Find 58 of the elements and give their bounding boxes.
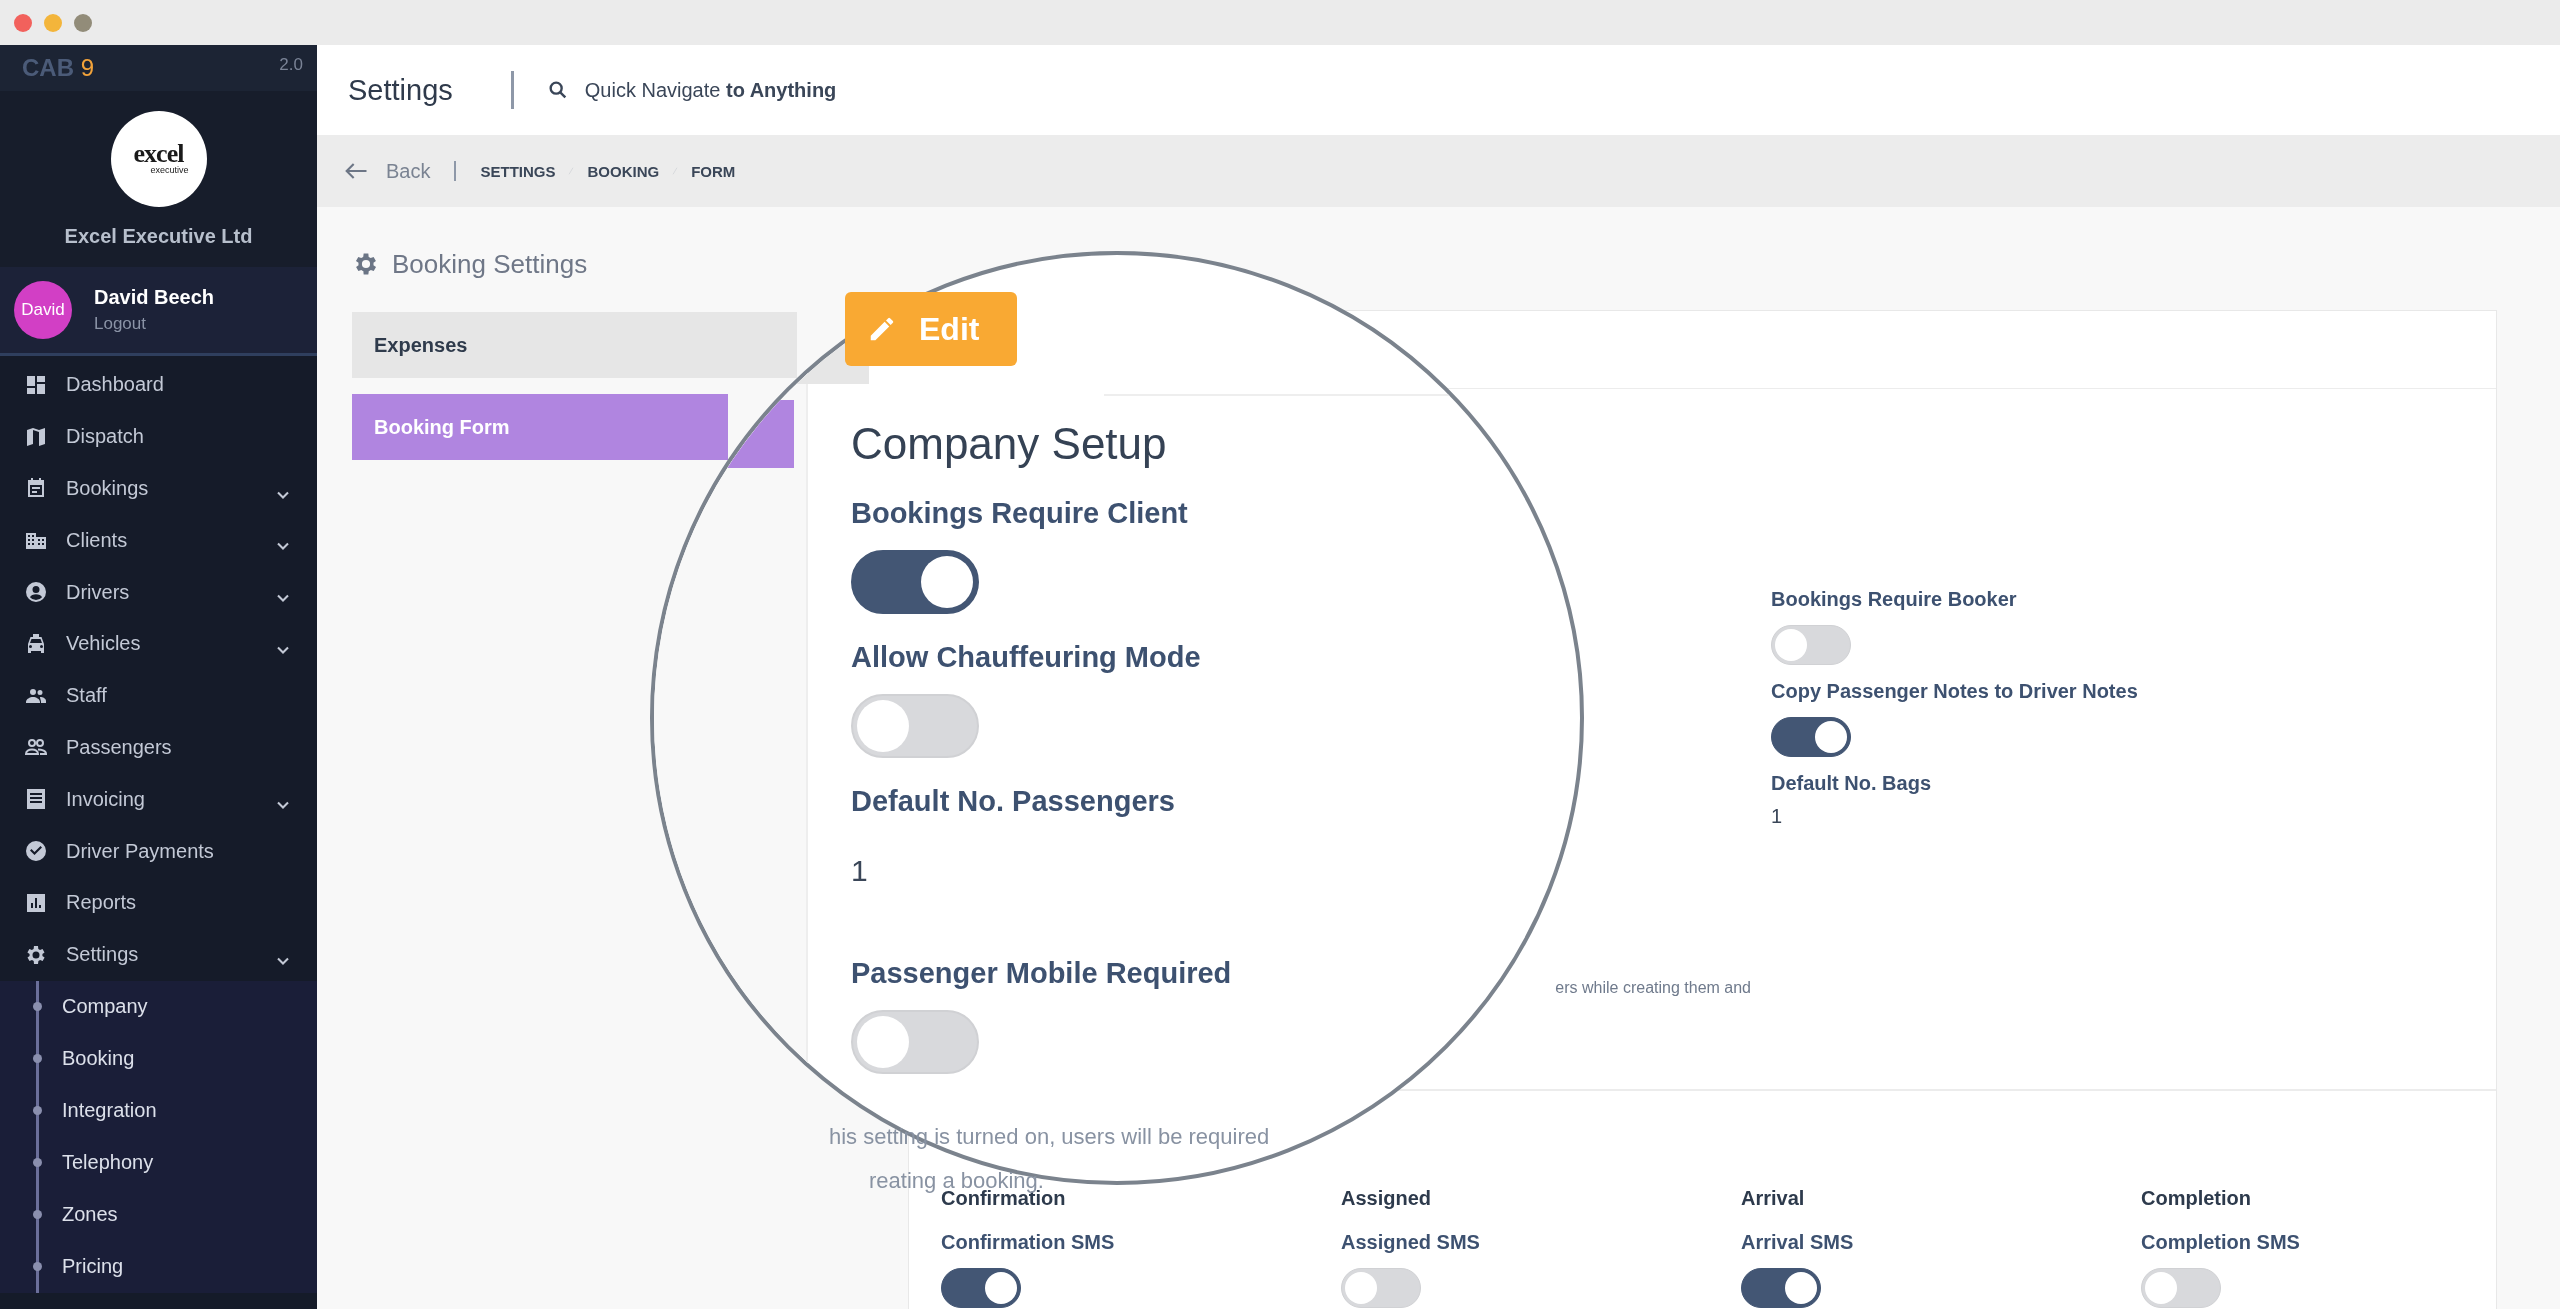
logout-link[interactable]: Logout [94,314,146,334]
company-logo: excel executive [110,111,207,207]
nav-item[interactable]: Dashboard [0,359,317,411]
submenu-item[interactable]: Pricing [36,1240,317,1293]
submenu-item[interactable]: Telephony [36,1136,317,1189]
section-title: Booking Settings [392,248,588,280]
breadcrumb-link[interactable]: SETTINGS [480,162,556,180]
setting-label: Copy Passenger Notes to Driver Notes [1771,679,2138,703]
nav-item[interactable]: Passengers [0,721,317,774]
setting-label: Passenger Mobile Required [851,956,1232,990]
breadcrumb-link[interactable]: FORM [691,162,736,180]
settings-tab[interactable]: Expenses [352,312,797,378]
toggle-switch[interactable] [851,550,979,614]
company-name: Excel Executive Ltd [64,225,253,248]
nav-item[interactable]: Invoicing [0,773,317,826]
setting-label: Arrival SMS [1741,1230,1855,1254]
setting-label: Bookings Require Booker [1771,587,2017,611]
quick-navigate-search[interactable]: Quick Navigate to Anything [546,78,837,102]
column-heading: Assigned [1341,1187,1433,1210]
nav-item[interactable]: Drivers [0,566,317,618]
setting-label: Default No. Passengers [851,784,1175,818]
nav-item[interactable]: Driver Payments [0,825,317,877]
submenu-item[interactable]: Integration [36,1084,317,1137]
toggle-switch[interactable] [941,1268,1021,1308]
section-heading: Company Setup [851,418,1167,470]
brand-logo: CAB 9 [22,54,95,82]
window-zoom-button[interactable] [74,13,92,32]
toggle-switch[interactable] [1771,717,1851,757]
nav-item[interactable]: Settings [0,928,317,981]
nav-item[interactable]: Staff [0,669,317,722]
setting-label: Assigned SMS [1341,1230,1481,1254]
nav-item[interactable]: Clients [0,514,317,567]
setting-value: 1 [851,854,868,888]
column-heading: Arrival [1741,1187,1806,1210]
setting-label: Allow Chauffeuring Mode [851,640,1201,674]
breadcrumb-link[interactable]: BOOKING [587,162,660,180]
window-close-button[interactable] [14,13,32,32]
receipt-icon [24,787,48,812]
window-minimize-button[interactable] [44,13,62,32]
nav-item[interactable]: Reports [0,876,317,929]
user-name: David Beech [94,286,215,309]
nav-item[interactable]: Vehicles [0,618,317,670]
submenu-item[interactable]: Booking [36,1032,317,1085]
setting-label: Default No. Bags [1771,771,1932,795]
submenu-item[interactable]: Company [36,980,317,1033]
avatar: David [14,281,72,339]
submenu-item[interactable]: Zones [36,1188,317,1241]
description-text: ers while creating them and [1555,979,1751,997]
setting-value: 1 [1771,805,1783,828]
nav-item[interactable]: Bookings [0,462,317,515]
nav-item[interactable]: Dispatch [0,410,317,463]
page-header-title: Settings [348,73,453,107]
column-heading: Completion [2141,1187,2252,1210]
setting-label: Completion SMS [2141,1230,2301,1254]
toggle-switch[interactable] [1741,1268,1821,1308]
setting-label: Bookings Require Client [851,496,1188,530]
setting-label: Confirmation SMS [941,1230,1116,1254]
version-label: 2.0 [279,55,303,75]
